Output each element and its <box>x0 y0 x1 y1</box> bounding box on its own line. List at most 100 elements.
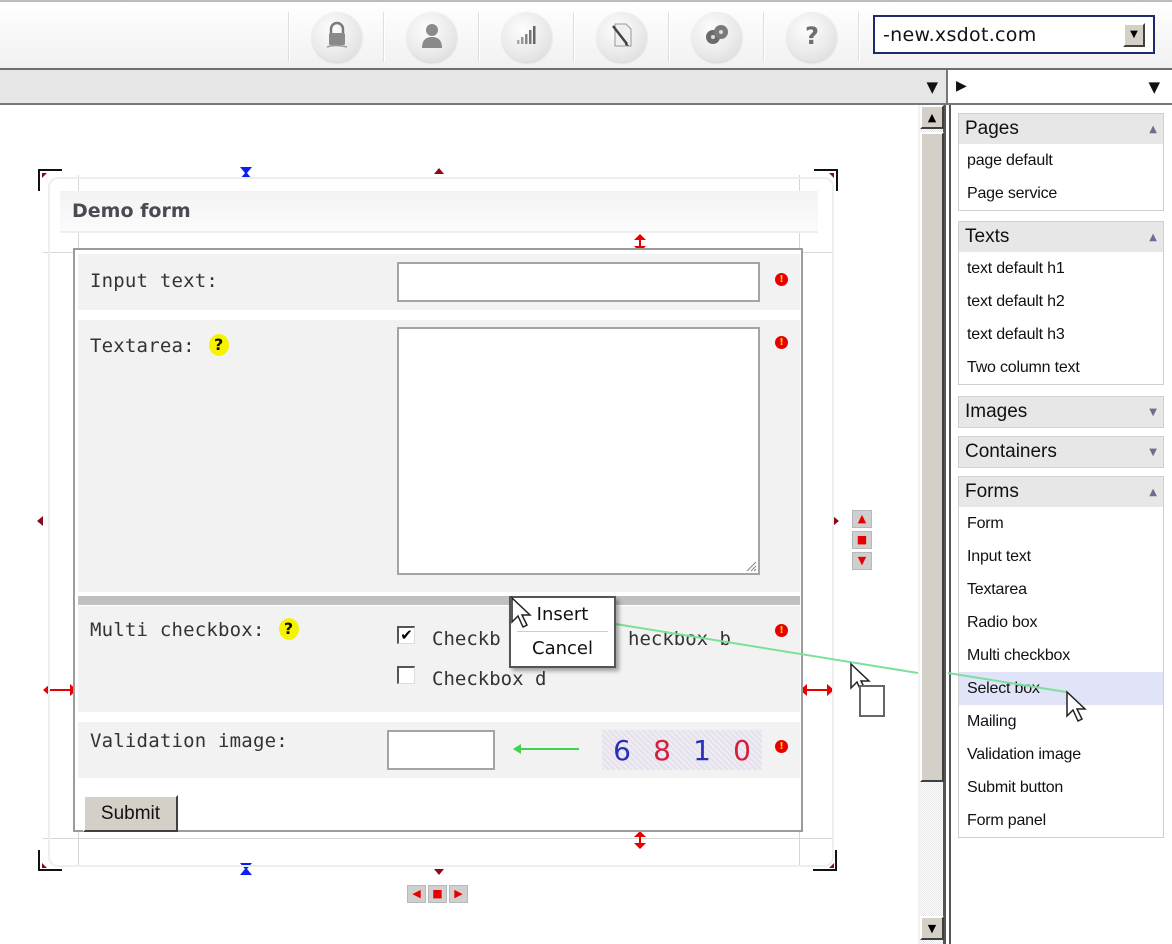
mouse-cursor-icon <box>510 596 536 636</box>
checkbox-b-label[interactable]: heckbox b <box>628 628 731 650</box>
group-header-containers[interactable]: Containers ▼ <box>959 437 1163 467</box>
scroll-up-button[interactable]: ▲ <box>920 105 944 129</box>
chevron-up-icon[interactable]: ▲ <box>1149 124 1157 135</box>
captcha-digit: 0 <box>733 733 751 767</box>
chevron-down-icon[interactable]: ▼ <box>1123 22 1145 47</box>
cancel-menu-item[interactable]: Cancel <box>511 632 614 665</box>
group-forms: Forms ▲ Form Input text Textarea Radio bo… <box>958 476 1164 838</box>
chevron-down-icon[interactable]: ▼ <box>1149 447 1157 458</box>
help-button[interactable]: ? <box>787 12 837 62</box>
arrow-left-icon <box>513 744 579 754</box>
play-icon[interactable]: ▶ <box>956 78 967 94</box>
submit-button[interactable]: Submit <box>83 795 178 832</box>
field-label: Validation image: <box>90 730 288 752</box>
form-body: Input text: ! Textarea:? ! Multi checkbo… <box>73 248 803 832</box>
form-row-textarea: Textarea:? ! <box>78 320 800 592</box>
move-left-marker[interactable] <box>36 516 44 526</box>
form-row-validation-image: Validation image: 6 8 1 0 ! <box>78 722 800 778</box>
move-down-marker[interactable] <box>434 868 444 876</box>
move-up-button[interactable]: ▲ <box>852 510 872 528</box>
panel-item[interactable]: Page service <box>959 177 1163 210</box>
resize-grip-icon[interactable] <box>745 560 757 572</box>
checkbox-d[interactable] <box>397 666 415 684</box>
panel-item[interactable]: Submit button <box>959 771 1163 804</box>
checkbox-a-label: Checkb <box>432 628 501 650</box>
panel-item[interactable]: Form <box>959 507 1163 540</box>
scroll-down-button[interactable]: ▼ <box>920 916 944 940</box>
stats-icon <box>512 20 542 54</box>
field-label: Multi checkbox:? <box>90 618 299 641</box>
scroll-thumb[interactable] <box>920 132 944 782</box>
chevron-down-icon[interactable]: ▼ <box>926 78 938 96</box>
captcha-digit: 1 <box>693 733 711 767</box>
help-icon[interactable]: ? <box>208 334 229 356</box>
stop-button[interactable]: ■ <box>852 531 872 549</box>
form-header: Demo form <box>60 191 818 233</box>
vertical-scrollbar[interactable]: ▲ ▼ <box>918 105 946 944</box>
chevron-up-icon[interactable]: ▲ <box>1149 487 1157 498</box>
group-title: Containers <box>965 441 1057 462</box>
chevron-up-icon[interactable]: ▲ <box>1149 232 1157 243</box>
move-left-button[interactable]: ◀ <box>407 885 426 903</box>
panel-item[interactable]: Validation image <box>959 738 1163 771</box>
multi-checkbox-label: Multi checkbox: <box>90 619 265 641</box>
lock-icon <box>322 20 352 54</box>
toolbar-separator <box>858 12 860 62</box>
user-button[interactable] <box>407 12 457 62</box>
captcha-digit: 6 <box>613 733 631 767</box>
move-down-button[interactable]: ▼ <box>852 552 872 570</box>
group-header-forms[interactable]: Forms ▲ <box>959 477 1163 507</box>
chevron-down-icon[interactable]: ▼ <box>1149 407 1157 418</box>
panel-item[interactable]: Input text <box>959 540 1163 573</box>
panel-item[interactable]: Multi checkbox <box>959 639 1163 672</box>
help-icon: ? <box>797 20 827 54</box>
edit-button[interactable] <box>597 12 647 62</box>
input-text-field[interactable] <box>397 262 760 302</box>
panel-item[interactable]: text default h2 <box>959 285 1163 318</box>
panel-item[interactable]: Mailing <box>959 705 1163 738</box>
statistics-button[interactable] <box>502 12 552 62</box>
toolbar-separator <box>763 12 765 62</box>
panel-item[interactable]: Radio box <box>959 606 1163 639</box>
panel-item[interactable]: Two column text <box>959 351 1163 384</box>
group-header-images[interactable]: Images ▼ <box>959 397 1163 427</box>
move-up-marker[interactable] <box>434 167 444 175</box>
help-icon[interactable]: ? <box>278 618 299 640</box>
drag-ghost-box <box>859 685 885 717</box>
components-panel: Pages ▲ page default Page service Texts ▲ … <box>948 105 1172 944</box>
security-button[interactable] <box>312 12 362 62</box>
group-title: Images <box>965 401 1028 422</box>
checkbox-a[interactable]: ✔ <box>397 626 415 644</box>
group-texts: Texts ▲ text default h1 text default h2 t… <box>958 221 1164 385</box>
group-containers: Containers ▼ <box>958 436 1164 468</box>
group-header-pages[interactable]: Pages ▲ <box>959 114 1163 144</box>
group-header-texts[interactable]: Texts ▲ <box>959 222 1163 252</box>
mouse-cursor-icon <box>1065 690 1091 730</box>
drop-indicator <box>78 596 800 605</box>
panel-item[interactable]: text default h1 <box>959 252 1163 285</box>
panel-header-bar: ▶ ▼ <box>946 70 1172 105</box>
toolbar-separator <box>288 12 290 62</box>
validation-code-input[interactable] <box>387 730 495 770</box>
stop-button[interactable]: ■ <box>428 885 447 903</box>
required-icon: ! <box>775 273 788 286</box>
group-title: Pages <box>965 118 1019 139</box>
panel-item[interactable]: Form panel <box>959 804 1163 837</box>
group-title: Forms <box>965 481 1019 502</box>
field-label: Textarea:? <box>90 334 229 357</box>
panel-item-selected[interactable]: Select box <box>959 672 1163 705</box>
checkbox-d-label: Checkbox d <box>432 668 547 690</box>
textarea-label: Textarea: <box>90 335 195 357</box>
panel-item[interactable]: text default h3 <box>959 318 1163 351</box>
textarea-field[interactable] <box>397 327 760 575</box>
move-right-button[interactable]: ▶ <box>449 885 468 903</box>
panel-item[interactable]: page default <box>959 144 1163 177</box>
toolbar-separator <box>478 12 480 62</box>
toolbar-separator <box>668 12 670 62</box>
svg-text:?: ? <box>805 22 819 50</box>
media-button[interactable] <box>692 12 742 62</box>
site-select[interactable]: -new.xsdot.com ▼ <box>873 15 1155 54</box>
chevron-down-icon[interactable]: ▼ <box>1148 78 1160 96</box>
captcha-image: 6 8 1 0 <box>602 730 762 770</box>
panel-item[interactable]: Textarea <box>959 573 1163 606</box>
